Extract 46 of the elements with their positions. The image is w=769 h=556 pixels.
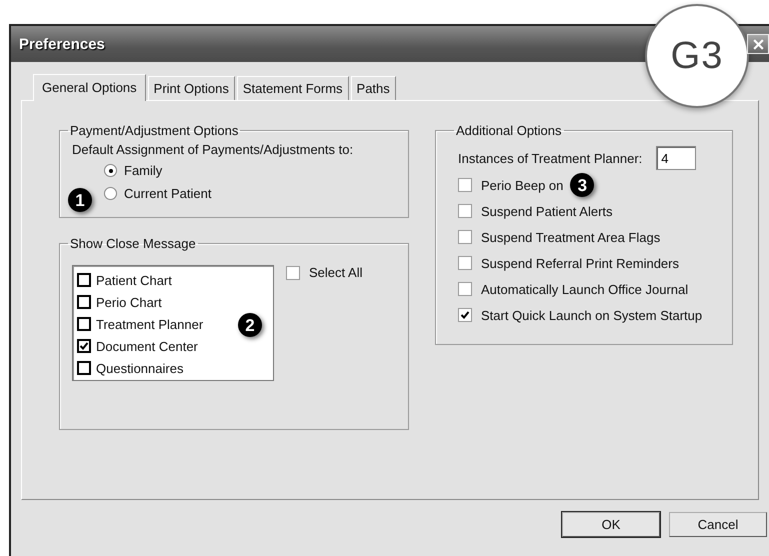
- callout-number: 2: [238, 313, 262, 337]
- window-title: Preferences: [19, 36, 105, 52]
- checkbox-label[interactable]: Automatically Launch Office Journal: [481, 282, 688, 296]
- callout-number: 3: [570, 173, 594, 197]
- checkbox-label[interactable]: Suspend Referral Print Reminders: [481, 256, 679, 270]
- list-item-label[interactable]: Perio Chart: [96, 294, 162, 310]
- checkbox[interactable]: [458, 178, 472, 192]
- checkbox[interactable]: [458, 282, 472, 296]
- group-title: Payment/Adjustment Options: [69, 123, 240, 138]
- dialog-button[interactable]: OK: [562, 512, 660, 537]
- checkbox[interactable]: [77, 361, 91, 375]
- radio-option[interactable]: Family: [104, 163, 162, 178]
- checkbox[interactable]: [286, 266, 300, 280]
- radio-button[interactable]: [104, 164, 117, 177]
- checkbox-label[interactable]: Suspend Patient Alerts: [481, 204, 613, 218]
- radio-option[interactable]: Current Patient: [104, 186, 212, 201]
- checkbox[interactable]: [458, 204, 472, 218]
- list-item-label[interactable]: Patient Chart: [96, 272, 172, 288]
- dialog-button[interactable]: Cancel: [669, 512, 767, 537]
- checkbox[interactable]: [458, 230, 472, 244]
- close-button[interactable]: [747, 34, 769, 54]
- checkbox-label[interactable]: Select All: [309, 265, 362, 280]
- group-title: Show Close Message: [69, 236, 197, 251]
- checkbox[interactable]: [77, 273, 91, 287]
- close-icon: [752, 38, 764, 50]
- checkbox[interactable]: [458, 308, 472, 322]
- list-item-label[interactable]: Treatment Planner: [96, 316, 204, 332]
- field-label: Instances of Treatment Planner:: [458, 150, 642, 166]
- checkbox-label[interactable]: Perio Beep on: [481, 178, 564, 192]
- checkbox-label[interactable]: Start Quick Launch on System Startup: [481, 308, 702, 322]
- list-item-label[interactable]: Questionnaires: [96, 360, 184, 376]
- callout-number: 1: [68, 188, 92, 212]
- checkbox[interactable]: [77, 339, 91, 353]
- checkbox[interactable]: [77, 317, 91, 331]
- checkbox-label[interactable]: Suspend Treatment Area Flags: [481, 230, 660, 244]
- checkbox[interactable]: [77, 295, 91, 309]
- tab[interactable]: Statement Forms: [236, 76, 349, 100]
- checkbox[interactable]: [458, 256, 472, 270]
- input-field[interactable]: 4: [656, 146, 696, 170]
- radio-button[interactable]: [104, 187, 117, 200]
- tab[interactable]: Print Options: [148, 76, 235, 100]
- tab[interactable]: General Options: [33, 74, 146, 101]
- tab[interactable]: Paths: [350, 76, 396, 100]
- list-item-label[interactable]: Document Center: [96, 338, 198, 354]
- prompt-label: Default Assignment of Payments/Adjustments to:: [72, 142, 354, 157]
- group-title: Additional Options: [455, 123, 563, 138]
